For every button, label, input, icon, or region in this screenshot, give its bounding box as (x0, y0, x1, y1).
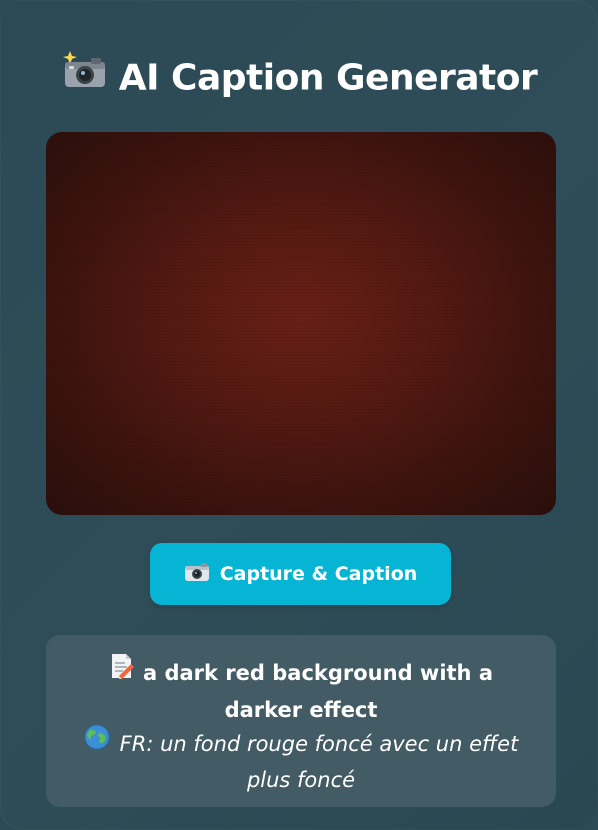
preview-texture (46, 132, 556, 515)
memo-icon (109, 652, 135, 690)
caption-english: a dark red background with a darker effe… (46, 652, 556, 727)
page-title: AI Caption Generator (0, 49, 598, 107)
camera-with-flash-icon (61, 49, 107, 104)
capture-button-label: Capture & Caption (219, 563, 418, 585)
globe-icon (84, 724, 110, 760)
caption-english-text: a dark red background with a darker effe… (142, 661, 493, 722)
app-card: AI Caption Generator Capture & Caption a… (0, 0, 598, 830)
camera-icon (184, 562, 210, 587)
caption-result-panel: a dark red background with a darker effe… (46, 635, 556, 807)
capture-caption-button[interactable]: Capture & Caption (150, 543, 451, 605)
caption-french: FR: un fond rouge foncé avec un effet pl… (46, 724, 556, 797)
camera-preview (46, 132, 556, 515)
caption-french-text: FR: un fond rouge foncé avec un effet pl… (119, 732, 519, 792)
title-text: AI Caption Generator (118, 57, 538, 99)
